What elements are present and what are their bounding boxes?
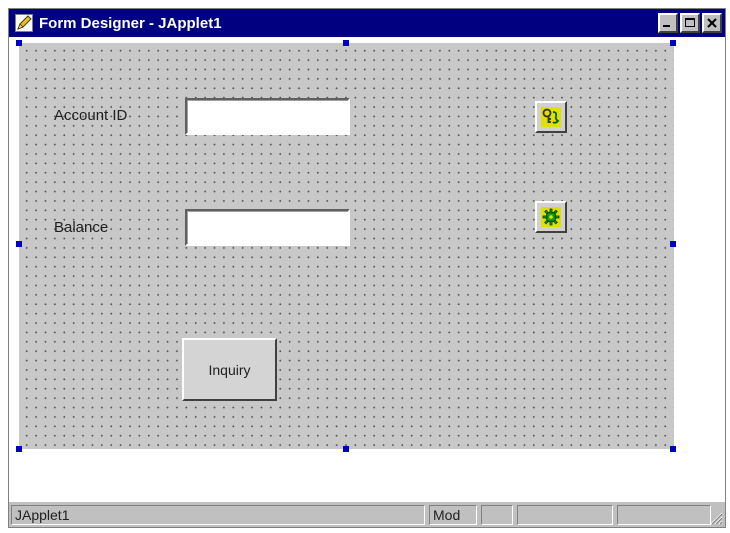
status-pane-3 — [481, 505, 513, 525]
form-designer-window: Form Designer - JApplet1 Account ID Bala… — [8, 8, 726, 528]
window-controls — [658, 13, 722, 33]
resize-handle-top-right[interactable] — [670, 40, 676, 46]
minimize-button[interactable] — [658, 13, 678, 33]
gear-bean[interactable] — [535, 201, 567, 233]
gear-bean-icon — [541, 207, 561, 227]
form-design-grid[interactable]: Account ID Balance Inquiry — [19, 43, 674, 449]
maximize-button[interactable] — [680, 13, 700, 33]
resize-handle-bottom-left[interactable] — [16, 446, 22, 452]
status-mode: Mod — [429, 505, 477, 525]
status-pane-5 — [617, 505, 711, 525]
window-title: Form Designer - JApplet1 — [39, 14, 222, 32]
resize-handle-bottom-right[interactable] — [670, 446, 676, 452]
form-designer-icon — [15, 14, 33, 32]
balance-field[interactable] — [185, 209, 350, 246]
resize-handle-top-left[interactable] — [16, 40, 22, 46]
title-bar[interactable]: Form Designer - JApplet1 — [9, 9, 725, 37]
status-pane-4 — [517, 505, 613, 525]
resize-handle-top[interactable] — [343, 40, 349, 46]
inquiry-button[interactable]: Inquiry — [182, 338, 277, 401]
resize-grip-icon[interactable] — [707, 509, 723, 525]
balance-label[interactable]: Balance — [54, 219, 108, 236]
close-button[interactable] — [702, 13, 722, 33]
account-id-field[interactable] — [185, 98, 350, 135]
resize-handle-left[interactable] — [16, 241, 22, 247]
account-id-label[interactable]: Account ID — [54, 107, 127, 124]
key-bean-icon — [541, 107, 561, 127]
status-component-name: JApplet1 — [11, 505, 425, 525]
status-bar: JApplet1 Mod — [9, 501, 725, 527]
resize-handle-right[interactable] — [670, 241, 676, 247]
resize-handle-bottom[interactable] — [343, 446, 349, 452]
key-bean[interactable] — [535, 101, 567, 133]
